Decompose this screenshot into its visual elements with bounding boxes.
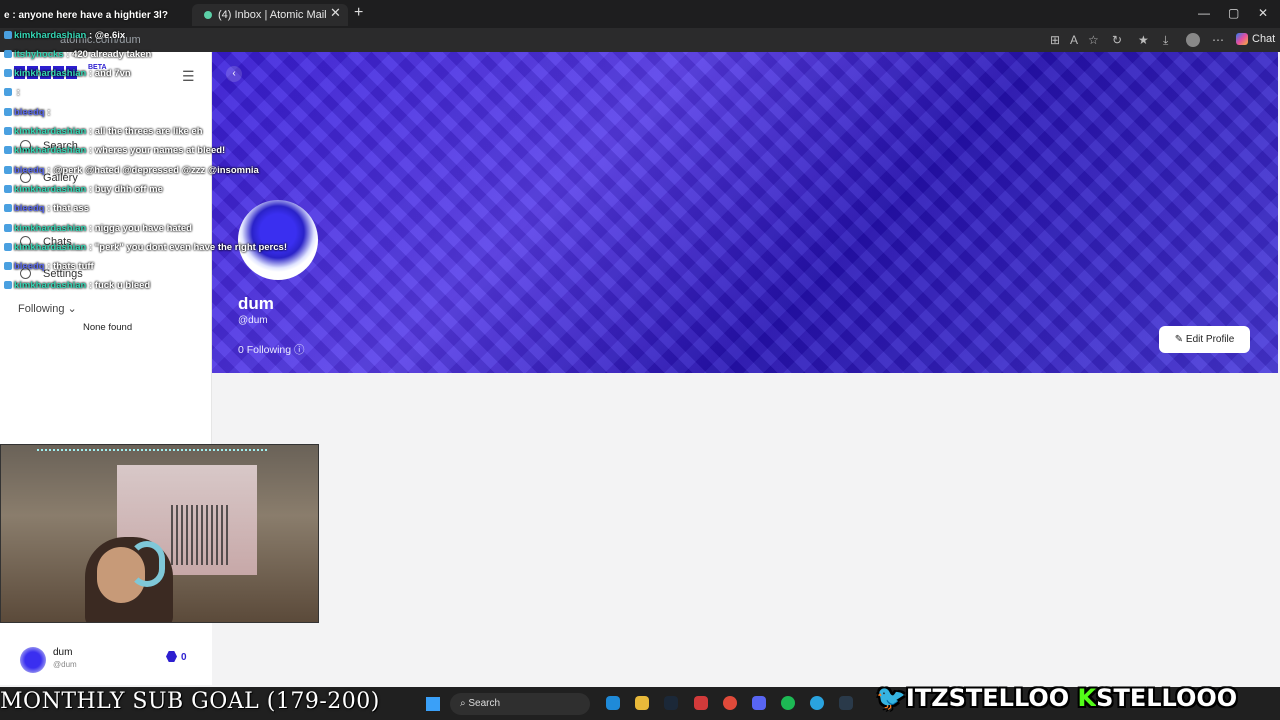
window-close-button[interactable]: ✕ (1258, 6, 1268, 20)
url-field[interactable]: atomic.com/dum (60, 34, 141, 46)
app-icon[interactable] (694, 696, 708, 710)
telegram-icon[interactable] (810, 696, 824, 710)
browser-tab-inbox[interactable]: (4) Inbox | Atomic Mail (192, 4, 348, 26)
beta-badge: BETA (88, 64, 107, 71)
nav-label: Search (43, 140, 78, 152)
file-explorer-icon[interactable] (635, 696, 649, 710)
nav-label: Chats (43, 236, 72, 248)
credits-count: 0 (181, 652, 187, 663)
current-user-card[interactable]: dum @dum 0 (0, 623, 212, 685)
search-icon (20, 140, 31, 151)
more-options-icon[interactable]: ⋯ (1212, 33, 1224, 47)
copilot-icon (1236, 33, 1248, 46)
taskbar-search-label: Search (468, 698, 501, 709)
spotify-icon[interactable] (781, 696, 795, 710)
profile-name: dum (238, 294, 274, 313)
refresh-icon[interactable]: ↻ (1112, 33, 1122, 47)
profile-handle: @dum (238, 315, 268, 326)
twitter-icon: 🐦 (876, 684, 906, 712)
search-icon: ⌕ (460, 698, 466, 709)
window-minimize-button[interactable]: — (1198, 6, 1210, 20)
nav-item-chats[interactable]: Chats (20, 236, 72, 248)
kick-icon: K (1077, 684, 1097, 712)
read-aloud-icon[interactable]: A (1070, 33, 1078, 47)
browser-profile-avatar[interactable] (1186, 33, 1200, 47)
edit-profile-button[interactable]: ✎ Edit Profile (1159, 326, 1250, 353)
atomic-logo[interactable] (14, 66, 79, 84)
edit-profile-label: Edit Profile (1185, 334, 1235, 345)
user-handle: @dum (53, 660, 77, 669)
profile-banner (212, 52, 1278, 373)
steam-icon-2[interactable] (839, 696, 853, 710)
string-lights (37, 449, 267, 459)
profile-avatar[interactable] (238, 200, 318, 280)
pencil-icon: ✎ (1174, 334, 1184, 345)
nav-item-gallery[interactable]: Gallery (20, 172, 78, 184)
profile-following-count[interactable]: 0 Following ⓘ (238, 342, 305, 357)
nav-label: Settings (43, 268, 83, 280)
gallery-icon (20, 172, 31, 183)
twitter-handle: ITZSTELLOO (905, 684, 1070, 712)
taskbar-search[interactable]: ⌕ Search (450, 693, 590, 715)
app-sidebar: BETA ☰ Search Gallery Chats Settings Fol… (0, 52, 212, 444)
following-empty-text: None found (83, 322, 133, 333)
tab-title: (4) Inbox | Atomic Mail (218, 9, 327, 21)
hamburger-menu-icon[interactable]: ☰ (182, 68, 195, 85)
social-handles-overlay: 🐦ITZSTELLOO KSTELLOOO (876, 684, 1237, 712)
user-name: dum (53, 647, 73, 658)
chevron-down-icon: ⌄ (67, 303, 77, 315)
new-tab-button[interactable]: + (354, 4, 363, 22)
following-count-text: 0 Following (238, 344, 292, 356)
avatar (20, 647, 46, 673)
chat-label: Chat (1252, 33, 1276, 45)
sub-goal-overlay: MONTHLY SUB GOAL (179-200) (0, 689, 380, 714)
discord-icon[interactable] (752, 696, 766, 710)
tab-close-icon[interactable]: ✕ (330, 5, 341, 21)
window-maximize-button[interactable]: ▢ (1228, 6, 1239, 20)
edge-icon[interactable] (606, 696, 620, 710)
chevron-left-icon[interactable]: ‹ (226, 66, 242, 82)
nav-item-settings[interactable]: Settings (20, 268, 83, 280)
gear-icon (20, 268, 31, 279)
app-grid-icon[interactable]: ⊞ (1050, 33, 1060, 47)
following-label: Following (18, 303, 65, 315)
nav-item-search[interactable]: Search (20, 140, 78, 152)
kick-handle: STELLOOO (1096, 684, 1238, 712)
following-dropdown[interactable]: Following ⌄ (18, 302, 77, 315)
chat-icon (20, 236, 31, 247)
chat-ticker: e : anyone here have a hightier 3l? (4, 10, 168, 21)
favorite-star-icon[interactable]: ☆ (1088, 33, 1099, 47)
atomic-mail-favicon-icon (204, 11, 212, 20)
tapestry-pattern (171, 505, 231, 565)
copilot-chat-button[interactable]: Chat (1236, 33, 1276, 46)
headset-icon (129, 541, 165, 587)
info-icon: ⓘ (294, 344, 305, 356)
nav-label: Gallery (43, 172, 78, 184)
favorites-icon[interactable]: ★ (1138, 33, 1149, 47)
hexagon-icon (166, 651, 177, 662)
credits-badge[interactable]: 0 (166, 651, 187, 663)
steam-icon[interactable] (664, 696, 678, 710)
browser-titlebar: (4) Inbox | Atomic Mail ✕ + — ▢ ✕ (0, 0, 1280, 28)
download-icon[interactable]: ⤓ (1163, 33, 1168, 48)
webcam-feed (0, 444, 319, 623)
windows-start-icon[interactable] (426, 697, 440, 711)
browser-addressbar: atomic.com/dum ⊞ A ☆ ↻ ★ ⤓ ⋯ Chat (0, 28, 1280, 52)
chrome-icon[interactable] (723, 696, 737, 710)
